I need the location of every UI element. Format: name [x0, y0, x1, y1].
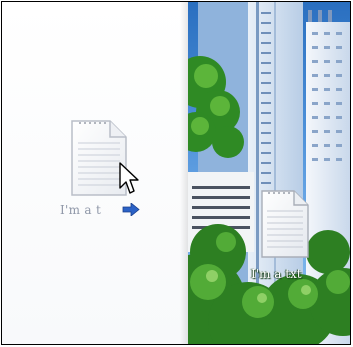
file-label[interactable]: I'm a t	[60, 203, 101, 217]
move-arrow-icon	[122, 203, 140, 216]
city-wallpaper	[188, 2, 350, 344]
explorer-window: I'm a t	[2, 2, 188, 344]
desktop-wallpaper: I'm a txt	[188, 2, 350, 344]
screenshot-frame: I'm a t I'm a txt	[1, 1, 351, 345]
text-document-icon[interactable]	[260, 189, 310, 259]
pointer-cursor-icon	[119, 162, 139, 194]
desktop-file-label[interactable]: I'm a txt	[251, 267, 302, 281]
